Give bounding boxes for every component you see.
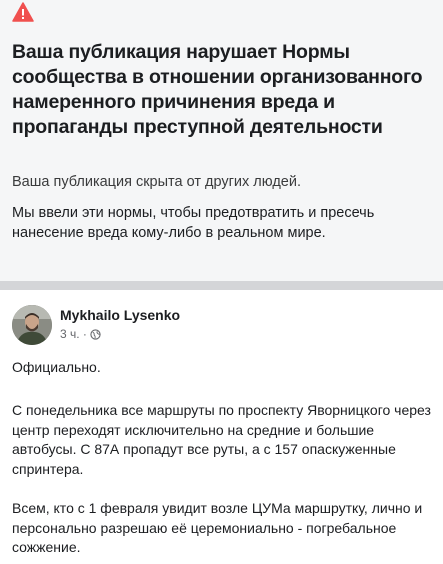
policy-violation-notice: Ваша публикация нарушает Нормы сообществ… [0, 0, 443, 281]
author-name[interactable]: Mykhailo Lysenko [60, 307, 180, 323]
globe-icon [90, 328, 101, 340]
notice-subtitle: Ваша публикация скрыта от других людей. [12, 174, 301, 190]
post-paragraph: Всем, кто с 1 февраля увидит возле ЦУМа … [12, 500, 423, 555]
post-meta: 3 ч. · [60, 327, 101, 341]
notice-title: Ваша публикация нарушает Нормы сообществ… [12, 41, 423, 138]
avatar-image [12, 305, 52, 345]
post-time[interactable]: 3 ч. · [60, 327, 87, 341]
post-paragraph: Официально. [12, 359, 101, 375]
post-paragraph: С понедельника все маршруты по проспекту… [12, 402, 431, 477]
notice-body: Мы ввели эти нормы, чтобы предотвратить … [12, 205, 375, 241]
avatar[interactable] [12, 305, 52, 345]
post-card: Mykhailo Lysenko 3 ч. · Официально. С по… [0, 290, 443, 564]
warning-triangle-icon [12, 2, 34, 22]
section-divider [0, 281, 443, 290]
